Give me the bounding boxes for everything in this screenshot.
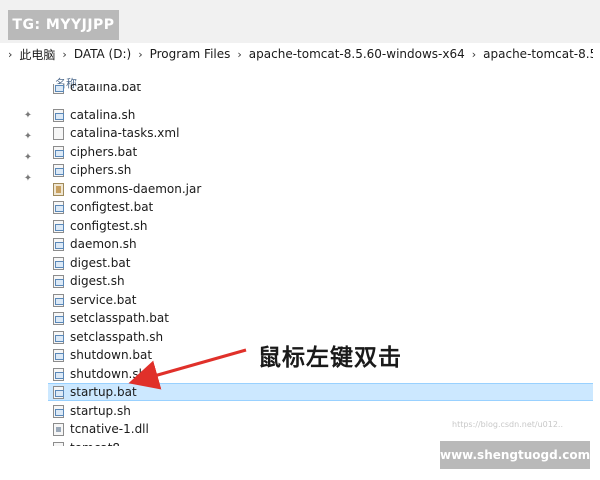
watermark-badge-bottom: www.shengtuogd.com bbox=[440, 441, 590, 469]
annotation-text: 鼠标左键双击 bbox=[258, 345, 402, 371]
annotation-arrow bbox=[128, 348, 247, 390]
watermark-url: https://blog.csdn.net/u012.. bbox=[452, 420, 563, 429]
